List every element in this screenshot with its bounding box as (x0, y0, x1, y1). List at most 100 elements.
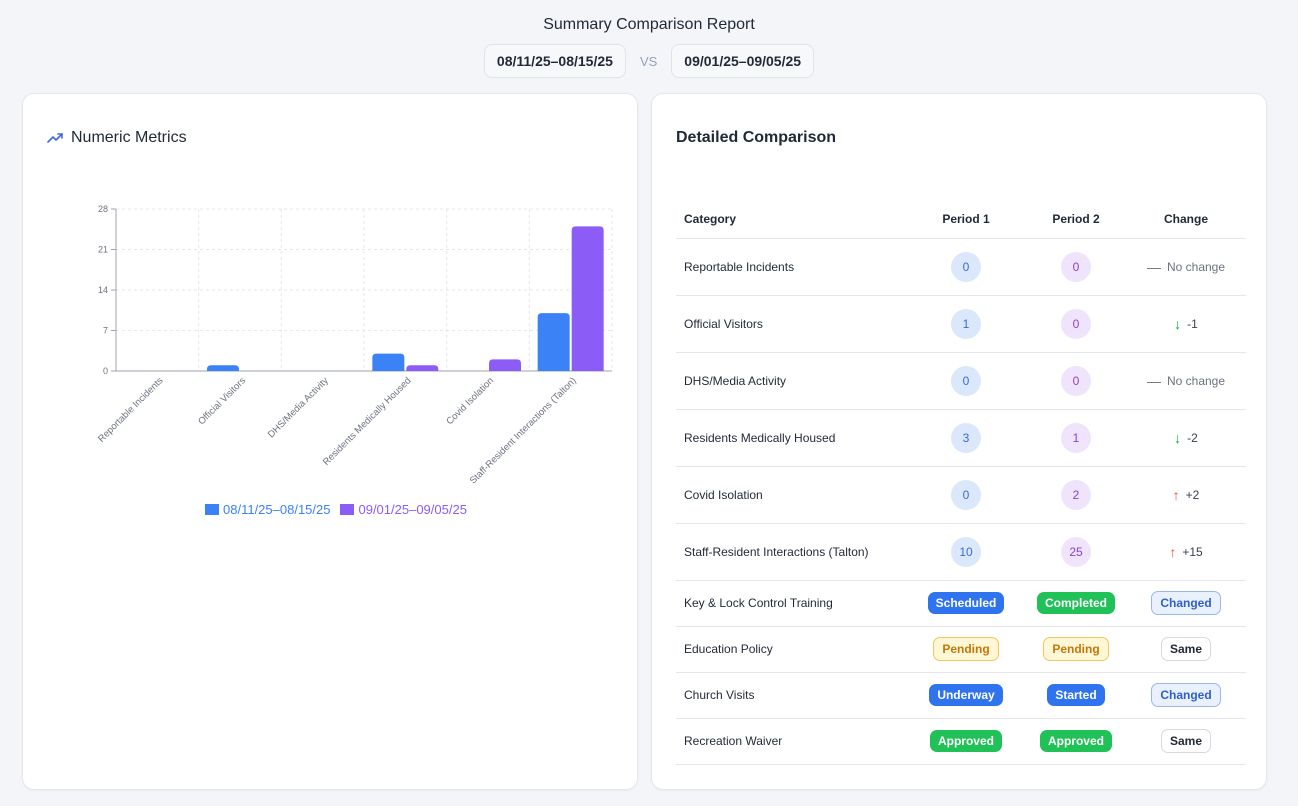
period1-status-badge: Scheduled (927, 592, 1005, 614)
period1-value: 0 (951, 365, 981, 396)
table-row: Staff-Resident Interactions (Talton) 10 25… (676, 523, 1246, 581)
bar-period1 (537, 313, 570, 371)
legend-swatch (205, 504, 219, 515)
period2-status-badge: Approved (1039, 730, 1112, 752)
period1-selector[interactable]: 08/11/25–08/15/25 (483, 44, 626, 78)
numeric-metrics-bar-chart: 0 7 14 21 28 Reportable Incidents Official Vis… (96, 204, 613, 486)
change-indicator: ↓ -1 (1174, 316, 1198, 332)
period1-value: 0 (951, 479, 981, 510)
change-value: +15 (1182, 544, 1203, 559)
change-status-badge: Same (1160, 637, 1212, 661)
chart-legend: 08/11/25–08/15/25 09/01/25–09/05/25 (205, 502, 467, 517)
report-title: Summary Comparison Report (543, 16, 755, 33)
period1-cell: 3 (906, 409, 1026, 467)
x-tick-label: Official Visitors (196, 375, 248, 427)
change-cell: ↓ -2 (1126, 409, 1246, 467)
change-value: +2 (1185, 487, 1200, 502)
header-period2: Period 2 (1026, 200, 1126, 239)
comparison-table: Category Period 1 Period 2 Change Report… (676, 200, 1246, 765)
x-tick-label: Reportable Incidents (96, 375, 166, 445)
table-header-row: Category Period 1 Period 2 Change (676, 200, 1246, 239)
legend-label: 09/01/25–09/05/25 (358, 502, 467, 517)
change-value: No change (1166, 373, 1226, 388)
bar-period2 (489, 359, 521, 371)
dash-icon: — (1146, 258, 1161, 275)
category-cell: DHS/Media Activity (676, 352, 906, 410)
x-tick-label: Covid Isolation (444, 375, 496, 427)
change-status-badge: Changed (1151, 683, 1221, 707)
category-cell: Reportable Incidents (676, 238, 906, 296)
period1-value: 0 (951, 251, 981, 282)
period1-cell: Approved (906, 718, 1026, 765)
y-tick-label: 7 (103, 326, 108, 336)
period1-status-badge: Approved (929, 730, 1002, 752)
period2-cell: Pending (1026, 626, 1126, 673)
period2-cell: 0 (1026, 352, 1126, 410)
period1-cell: Underway (906, 672, 1026, 719)
category-cell: Church Visits (676, 672, 906, 719)
legend-item[interactable]: 09/01/25–09/05/25 (340, 502, 467, 517)
period2-cell: 25 (1026, 523, 1126, 581)
change-cell: — No change (1126, 238, 1246, 296)
change-cell: Changed (1126, 580, 1246, 627)
change-cell: ↑ +2 (1126, 466, 1246, 524)
arrow-up-icon: ↑ (1169, 543, 1177, 560)
legend-item[interactable]: 08/11/25–08/15/25 (205, 502, 330, 517)
x-tick-label: DHS/Media Activity (266, 375, 331, 440)
dash-icon: — (1146, 372, 1161, 389)
change-value: -2 (1187, 430, 1198, 445)
period2-status-badge: Pending (1043, 637, 1109, 661)
header-category: Category (676, 200, 906, 239)
change-indicator: ↑ +2 (1173, 487, 1200, 503)
detailed-comparison-title: Detailed Comparison (676, 129, 837, 146)
legend-label: 08/11/25–08/15/25 (223, 502, 331, 517)
period2-value: 2 (1061, 479, 1091, 510)
period1-cell: Scheduled (906, 580, 1026, 627)
table-row: Key & Lock Control Training Scheduled Comp… (676, 580, 1246, 627)
change-cell: Changed (1126, 672, 1246, 719)
table-row: Covid Isolation 0 2 ↑ +2 (676, 466, 1246, 524)
arrow-up-icon: ↑ (1172, 486, 1180, 503)
period2-value: 0 (1061, 251, 1091, 282)
report-header: Summary Comparison Report 08/11/25–08/15… (0, 0, 1298, 90)
arrow-down-icon: ↓ (1174, 315, 1182, 332)
header-change: Change (1126, 200, 1246, 239)
table-row: Reportable Incidents 0 0 — No change (676, 238, 1246, 296)
period1-value: 1 (951, 308, 981, 339)
category-cell: Staff-Resident Interactions (Talton) (676, 523, 906, 581)
change-status-badge: Same (1160, 729, 1212, 753)
period2-value: 1 (1061, 422, 1091, 453)
y-tick-label: 0 (103, 366, 108, 376)
period1-status-badge: Pending (933, 637, 999, 661)
period2-cell: 0 (1026, 295, 1126, 353)
change-indicator: — No change (1147, 259, 1225, 275)
vs-label: VS (639, 53, 658, 69)
period2-status-badge: Completed (1036, 592, 1115, 614)
category-cell: Residents Medically Housed (676, 409, 906, 467)
category-cell: Covid Isolation (676, 466, 906, 524)
period2-cell: Started (1026, 672, 1126, 719)
y-tick-label: 14 (98, 285, 108, 295)
change-status-badge: Changed (1151, 591, 1221, 615)
period1-value: 10 (951, 536, 981, 567)
table-row: Residents Medically Housed 3 1 ↓ -2 (676, 409, 1246, 467)
period2-cell: Approved (1026, 718, 1126, 765)
legend-swatch (340, 504, 355, 515)
table-row: Church Visits Underway Started Changed (676, 672, 1246, 719)
change-cell: ↓ -1 (1126, 295, 1246, 353)
period2-value: 0 (1061, 308, 1091, 339)
period1-cell: 0 (906, 238, 1026, 296)
change-indicator: ↑ +15 (1169, 544, 1202, 560)
change-cell: ↑ +15 (1126, 523, 1246, 581)
category-cell: Education Policy (676, 626, 906, 673)
period2-cell: Completed (1026, 580, 1126, 627)
period1-cell: 0 (906, 352, 1026, 410)
bar-period1 (207, 365, 239, 371)
period1-cell: 10 (906, 523, 1026, 581)
change-cell: Same (1126, 626, 1246, 673)
table-row: DHS/Media Activity 0 0 — No change (676, 352, 1246, 410)
bar-period2 (406, 365, 439, 371)
change-cell: — No change (1126, 352, 1246, 410)
period1-cell: 1 (906, 295, 1026, 353)
period2-selector[interactable]: 09/01/25–09/05/25 (671, 44, 815, 78)
